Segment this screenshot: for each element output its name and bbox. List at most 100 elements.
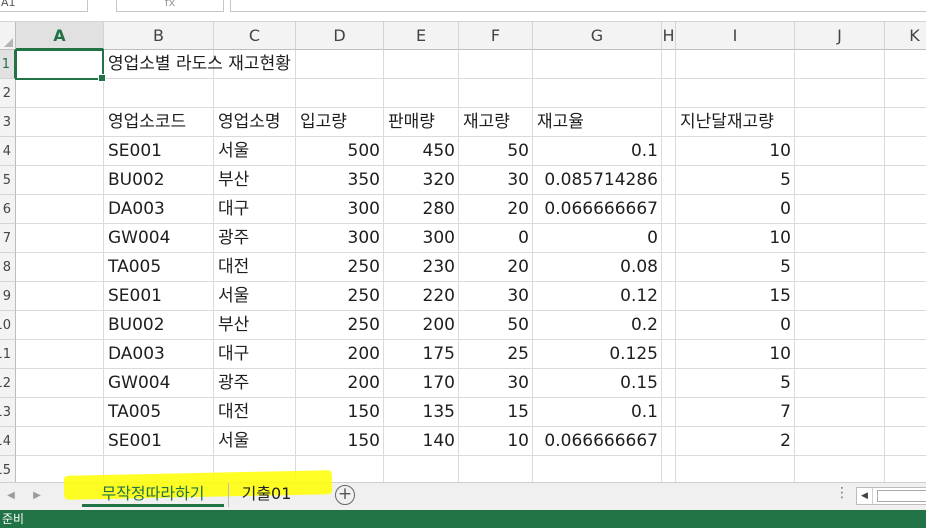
cell[interactable]: 50 <box>459 137 533 166</box>
cell[interactable]: 0.12 <box>533 282 662 311</box>
cell[interactable]: BU002 <box>104 311 214 340</box>
row-header[interactable]: 7 <box>0 224 16 253</box>
row-header[interactable]: 11 <box>0 340 16 369</box>
cell[interactable]: 450 <box>384 137 459 166</box>
cell[interactable]: 대전 <box>214 398 296 427</box>
cell[interactable]: 대전 <box>214 253 296 282</box>
tab-split-handle-icon[interactable]: ⋮ <box>835 485 849 501</box>
cell[interactable]: 7 <box>676 398 795 427</box>
cell[interactable]: 0.08 <box>533 253 662 282</box>
column-title-cell[interactable]: 판매량 <box>384 108 459 137</box>
cell[interactable]: TA005 <box>104 398 214 427</box>
cell[interactable]: 서울 <box>214 137 296 166</box>
column-title-cell[interactable]: 영업소명 <box>214 108 296 137</box>
cell[interactable]: 300 <box>296 195 384 224</box>
cell[interactable]: 230 <box>384 253 459 282</box>
cell[interactable]: 200 <box>384 311 459 340</box>
cell[interactable]: 0.066666667 <box>533 195 662 224</box>
cell[interactable]: 50 <box>459 311 533 340</box>
cell[interactable]: 20 <box>459 195 533 224</box>
sheet-prev-icon[interactable]: ◀ <box>4 489 18 503</box>
row-header[interactable]: 6 <box>0 195 16 224</box>
cell[interactable]: BU002 <box>104 166 214 195</box>
column-title-cell[interactable]: 영업소코드 <box>104 108 214 137</box>
cell[interactable]: 135 <box>384 398 459 427</box>
column-header[interactable]: H <box>662 22 676 50</box>
cell[interactable]: 170 <box>384 369 459 398</box>
column-header[interactable]: G <box>533 22 662 50</box>
cell[interactable]: 0 <box>676 195 795 224</box>
cell[interactable]: 15 <box>676 282 795 311</box>
cell[interactable]: 10 <box>459 427 533 456</box>
cell[interactable]: 300 <box>296 224 384 253</box>
cell[interactable]: 서울 <box>214 282 296 311</box>
cell[interactable]: 0 <box>533 224 662 253</box>
cell[interactable]: 30 <box>459 282 533 311</box>
cell[interactable]: TA005 <box>104 253 214 282</box>
cell[interactable]: 280 <box>384 195 459 224</box>
cell[interactable]: GW004 <box>104 224 214 253</box>
column-header[interactable]: C <box>214 22 296 50</box>
sheet-title-cell[interactable]: 영업소별 라도스 재고현황 <box>104 50 291 79</box>
cell[interactable]: 5 <box>676 369 795 398</box>
row-header[interactable]: 3 <box>0 108 16 137</box>
cell[interactable]: DA003 <box>104 340 214 369</box>
cell[interactable]: 0.15 <box>533 369 662 398</box>
row-header[interactable]: 5 <box>0 166 16 195</box>
cell[interactable]: 140 <box>384 427 459 456</box>
row-header[interactable]: 15 <box>0 456 16 482</box>
row-header[interactable]: 12 <box>0 369 16 398</box>
cell[interactable]: 부산 <box>214 311 296 340</box>
cell[interactable]: 5 <box>676 166 795 195</box>
row-header[interactable]: 4 <box>0 137 16 166</box>
cell[interactable]: 10 <box>676 340 795 369</box>
cell[interactable]: 500 <box>296 137 384 166</box>
cell[interactable]: 300 <box>384 224 459 253</box>
add-sheet-icon[interactable]: + <box>335 485 355 505</box>
row-header[interactable]: 1 <box>0 50 16 79</box>
cell[interactable]: 200 <box>296 340 384 369</box>
column-title-cell[interactable]: 입고량 <box>296 108 384 137</box>
row-header[interactable]: 8 <box>0 253 16 282</box>
cell[interactable]: 10 <box>676 137 795 166</box>
cell[interactable]: 30 <box>459 166 533 195</box>
cell[interactable]: 대구 <box>214 195 296 224</box>
cell[interactable]: SE001 <box>104 137 214 166</box>
cell[interactable]: 25 <box>459 340 533 369</box>
column-title-cell[interactable]: 재고량 <box>459 108 533 137</box>
cell[interactable]: 0.2 <box>533 311 662 340</box>
cell[interactable]: SE001 <box>104 427 214 456</box>
cell[interactable]: 광주 <box>214 224 296 253</box>
function-box[interactable]: fx <box>116 0 224 12</box>
cell[interactable]: 광주 <box>214 369 296 398</box>
worksheet-grid[interactable]: ABCDEFGHIJK123456789101112131415영업소별 라도스… <box>0 22 926 482</box>
cell[interactable]: GW004 <box>104 369 214 398</box>
column-title-cell[interactable]: 지난달재고량 <box>676 108 795 137</box>
cell[interactable]: 2 <box>676 427 795 456</box>
row-header[interactable]: 14 <box>0 427 16 456</box>
horizontal-scrollbar[interactable]: ◀ <box>856 487 926 505</box>
cell[interactable]: 250 <box>296 311 384 340</box>
select-all-button[interactable] <box>0 22 16 50</box>
name-box[interactable]: A1 <box>0 0 88 12</box>
sheet-next-icon[interactable]: ▶ <box>30 489 44 503</box>
row-header[interactable]: 13 <box>0 398 16 427</box>
cell[interactable]: DA003 <box>104 195 214 224</box>
column-title-cell[interactable]: 재고율 <box>533 108 662 137</box>
column-header[interactable]: D <box>296 22 384 50</box>
cell[interactable]: 175 <box>384 340 459 369</box>
cell[interactable]: 대구 <box>214 340 296 369</box>
column-header[interactable]: J <box>795 22 885 50</box>
cell[interactable]: 150 <box>296 427 384 456</box>
cell[interactable]: SE001 <box>104 282 214 311</box>
cell[interactable]: 0 <box>676 311 795 340</box>
cell[interactable]: 250 <box>296 253 384 282</box>
column-header[interactable]: K <box>885 22 926 50</box>
column-header[interactable]: E <box>384 22 459 50</box>
scroll-left-icon[interactable]: ◀ <box>857 488 873 504</box>
column-header[interactable]: F <box>459 22 533 50</box>
sheet-tab-active[interactable]: 무작정따라하기 <box>82 483 224 507</box>
cell[interactable]: 350 <box>296 166 384 195</box>
scroll-thumb[interactable] <box>877 490 926 502</box>
cell[interactable]: 320 <box>384 166 459 195</box>
